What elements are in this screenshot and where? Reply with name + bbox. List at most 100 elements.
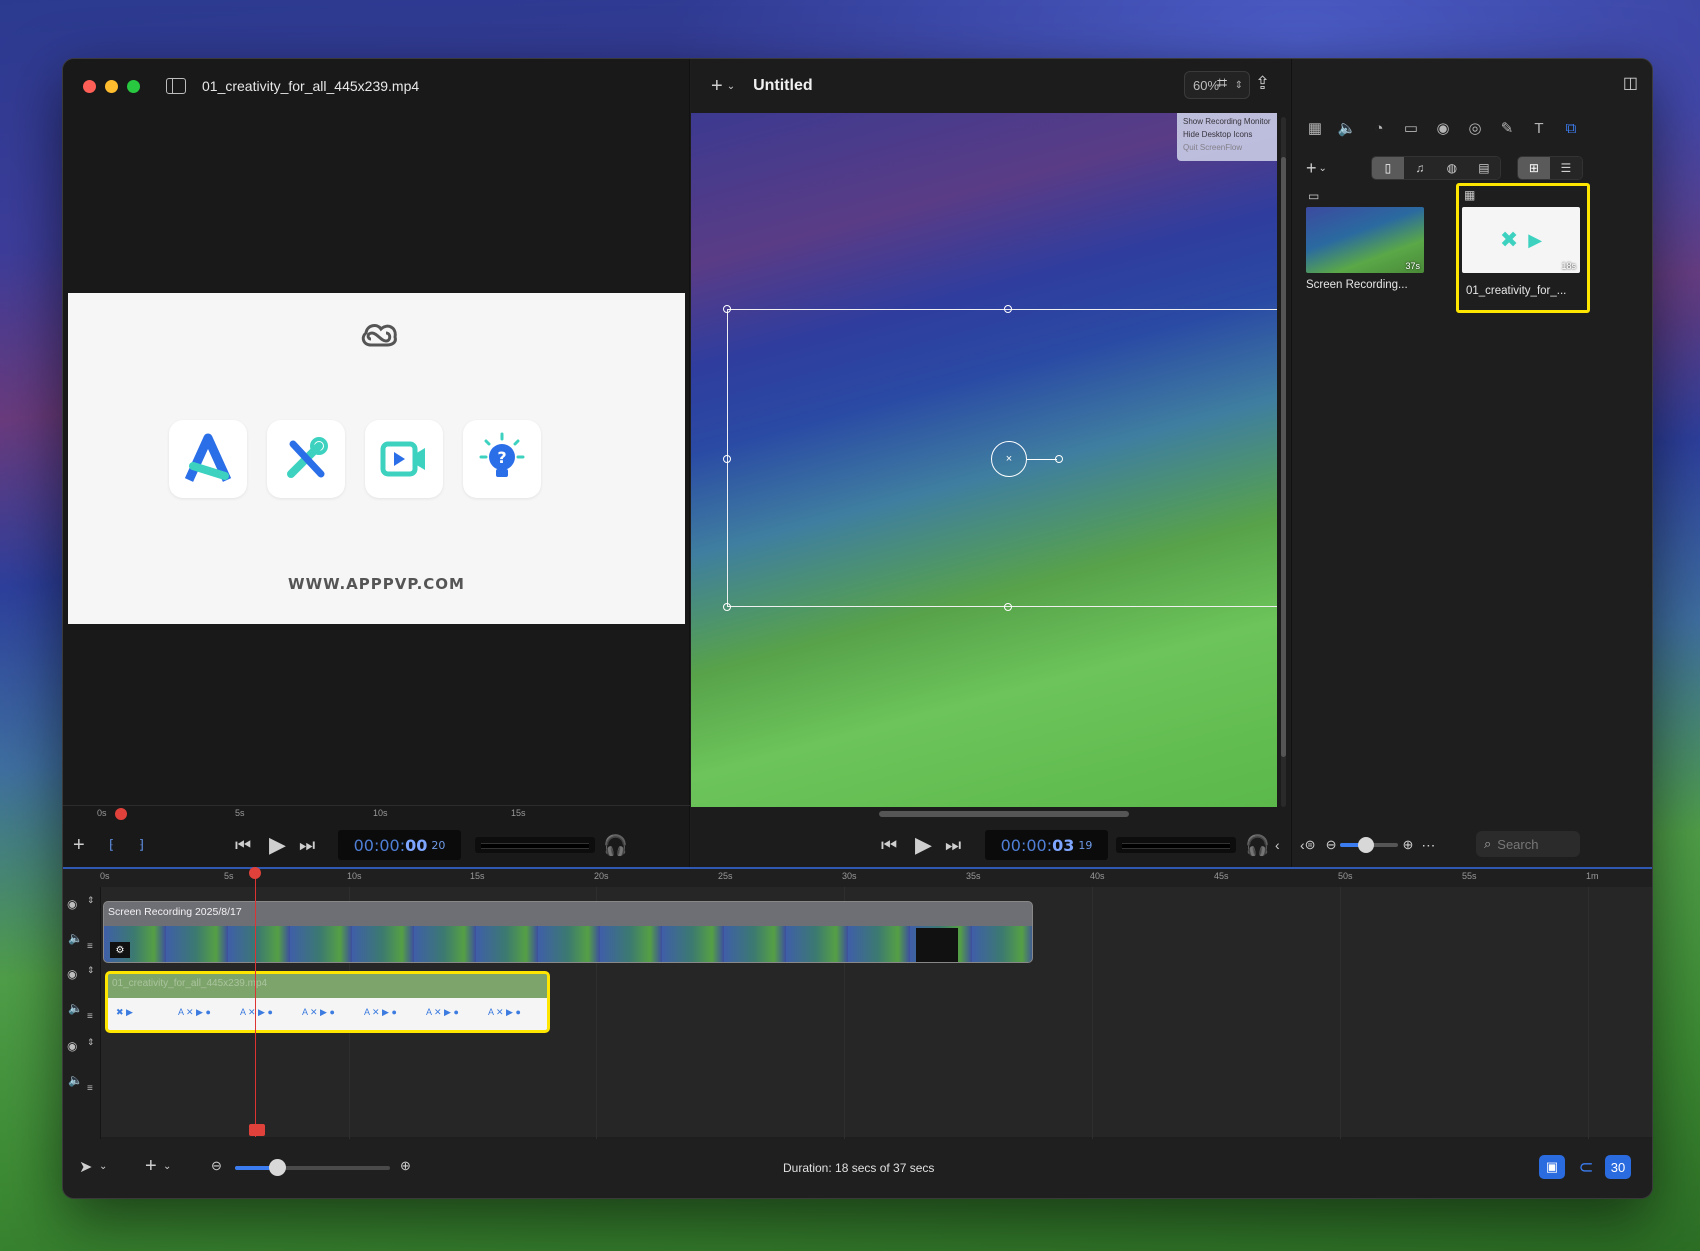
chevron-left-icon[interactable]: ‹ (1275, 837, 1280, 853)
canvas-volume-slider[interactable] (1116, 837, 1236, 853)
library-item-duration: 37s (1405, 261, 1420, 271)
thumbnail-size-slider[interactable] (1340, 837, 1399, 853)
play-icon[interactable]: ▶ (915, 832, 932, 858)
zoom-in-icon[interactable]: ⊕ (1402, 837, 1413, 853)
documents-tab-icon[interactable]: ▯ (1371, 157, 1404, 179)
headphones-icon[interactable]: 🎧 (603, 833, 628, 858)
annotations-icon[interactable]: ✎ (1498, 119, 1516, 137)
track-menu-icon[interactable]: ≡ (87, 1083, 93, 1094)
resize-handle[interactable] (1004, 305, 1012, 313)
zoom-window-button[interactable] (127, 79, 140, 93)
add-track-icon[interactable]: + (145, 1155, 157, 1178)
timeline-playhead-bottom-handle[interactable] (249, 1124, 265, 1136)
chevron-down-icon[interactable]: ⌄ (99, 1161, 107, 1172)
stepper-icon[interactable]: ⇕ (1235, 80, 1243, 91)
stock-tab-icon[interactable]: ▤ (1467, 157, 1500, 179)
add-media-icon[interactable]: + (1306, 158, 1317, 179)
timeline-ruler[interactable]: 0s 5s 10s 15s 20s 25s 30s 35s 40s 45s 50… (63, 869, 1652, 887)
source-playhead[interactable] (115, 808, 127, 820)
video-properties-icon[interactable]: ▦ (1306, 119, 1324, 137)
touch-callout-icon[interactable]: ◎ (1466, 119, 1484, 137)
share-icon[interactable]: ⇪ (1255, 73, 1270, 94)
canvas-stage[interactable]: Show Recording Monitor Hide Desktop Icon… (691, 113, 1277, 807)
thumbnail-view-icon[interactable]: ▣ (1539, 1155, 1565, 1179)
track-audio-icon[interactable]: 🔈 (68, 1001, 83, 1015)
list-view-icon[interactable]: ☰ (1549, 157, 1582, 179)
library-item[interactable]: ▭ 37s Screen Recording... (1306, 189, 1432, 291)
mark-in-icon[interactable]: ⁅ (109, 837, 114, 853)
zoom-out-icon[interactable]: ⊖ (211, 1158, 222, 1174)
timeline-clip-creativity[interactable]: 01_creativity_for_all_445x239.mp4 ✖ ▶ A … (105, 971, 550, 1033)
fast-forward-icon[interactable]: ⏭ (945, 835, 961, 856)
fps-badge[interactable]: 30 (1605, 1155, 1631, 1179)
canvas-vertical-scrollbar[interactable] (1281, 117, 1286, 807)
resize-handle[interactable] (723, 455, 731, 463)
text-icon[interactable]: T (1530, 119, 1548, 137)
zoom-out-icon[interactable]: ⊖ (1326, 837, 1337, 853)
track-visibility-eye-icon[interactable]: ◉ (67, 967, 77, 981)
rewind-icon[interactable]: ⏮ (881, 835, 897, 856)
minimize-window-button[interactable] (105, 79, 118, 93)
selection-bounding-box[interactable]: × (723, 305, 1277, 611)
play-icon[interactable]: ▶ (269, 832, 286, 858)
thumbnail-icons: A ✕ ▶ ● (488, 1007, 521, 1017)
canvas-horizontal-scrollbar[interactable] (879, 811, 1129, 817)
clip-settings-icon[interactable]: ⚙ (110, 942, 130, 958)
library-search-field[interactable]: ⌕ Search (1476, 831, 1580, 857)
canvas-timecode-frame: 19 (1078, 838, 1093, 852)
rotation-handle[interactable] (1055, 455, 1063, 463)
audio-properties-icon[interactable]: 🔈 (1338, 119, 1357, 137)
add-icon[interactable]: + (73, 834, 85, 857)
inspector-toggle-icon[interactable]: ◫ (1623, 73, 1638, 93)
timeline-tick: 45s (1214, 871, 1229, 881)
track-reorder-icon[interactable]: ⇕ (87, 1037, 95, 1048)
track-audio-icon[interactable]: 🔈 (68, 1073, 83, 1087)
resize-handle[interactable] (1004, 603, 1012, 611)
resize-handle[interactable] (723, 305, 731, 313)
track-reorder-icon[interactable]: ⇕ (87, 895, 95, 906)
slider-knob[interactable] (1358, 837, 1375, 853)
slider-knob[interactable] (269, 1159, 286, 1176)
track-reorder-icon[interactable]: ⇕ (87, 965, 95, 976)
track-menu-icon[interactable]: ≡ (87, 941, 93, 952)
timeline-playhead-line[interactable] (255, 867, 256, 1137)
timeline-clip-screen-recording[interactable]: Screen Recording 2025/8/17 ⚙ (103, 901, 1033, 963)
add-media-icon[interactable]: + (711, 75, 723, 98)
chevron-down-icon[interactable]: ⌄ (1319, 163, 1327, 174)
video-motion-icon[interactable]: ◔ (1370, 119, 1388, 137)
source-ruler[interactable]: 0s 5s 10s 15s (63, 805, 690, 823)
web-tab-icon[interactable]: ◍ (1435, 157, 1468, 179)
clip-label: Screen Recording 2025/8/17 (108, 906, 242, 918)
headphones-icon[interactable]: 🎧 (1245, 833, 1270, 858)
resize-handle[interactable] (723, 603, 731, 611)
zoom-in-icon[interactable]: ⊕ (400, 1158, 411, 1174)
filter-icon[interactable]: ⊜ (1305, 837, 1316, 853)
sidebar-toggle-icon[interactable] (166, 78, 186, 94)
callout-icon[interactable]: ◉ (1434, 119, 1452, 137)
grid-view-icon[interactable]: ⊞ (1517, 157, 1550, 179)
timeline-zoom-slider[interactable] (235, 1159, 390, 1176)
track-menu-icon[interactable]: ≡ (87, 1011, 93, 1022)
music-tab-icon[interactable]: ♫ (1403, 157, 1436, 179)
library-item-selected[interactable]: ▦ ✖ ▶ 18s 01_creativity_for_... (1456, 183, 1590, 313)
media-library-icon[interactable]: ⧉ (1562, 119, 1580, 137)
more-options-icon[interactable]: ⋯ (1421, 837, 1435, 854)
crop-icon[interactable]: ⌗ (1217, 73, 1227, 94)
timeline-playhead-handle[interactable] (249, 867, 261, 879)
track-visibility-eye-icon[interactable]: ◉ (67, 897, 77, 911)
tools-icon: ✖ ▶ (116, 1007, 133, 1017)
close-window-button[interactable] (83, 79, 96, 93)
rotation-center-icon[interactable]: × (991, 441, 1027, 477)
rewind-icon[interactable]: ⏮ (235, 835, 251, 856)
source-filename: 01_creativity_for_all_445x239.mp4 (202, 78, 420, 94)
fast-forward-icon[interactable]: ⏭ (299, 835, 315, 856)
source-volume-slider[interactable] (475, 837, 595, 853)
chevron-down-icon[interactable]: ⌄ (163, 1161, 171, 1172)
snap-magnet-icon[interactable]: ⊂ (1575, 1155, 1597, 1179)
screen-recording-icon[interactable]: ▭ (1402, 119, 1420, 137)
pointer-tool-icon[interactable]: ➤ (79, 1157, 92, 1177)
chevron-down-icon[interactable]: ⌄ (727, 81, 735, 92)
mark-out-icon[interactable]: ⁆ (139, 837, 144, 853)
track-visibility-eye-icon[interactable]: ◉ (67, 1039, 77, 1053)
track-audio-icon[interactable]: 🔈 (68, 931, 83, 945)
